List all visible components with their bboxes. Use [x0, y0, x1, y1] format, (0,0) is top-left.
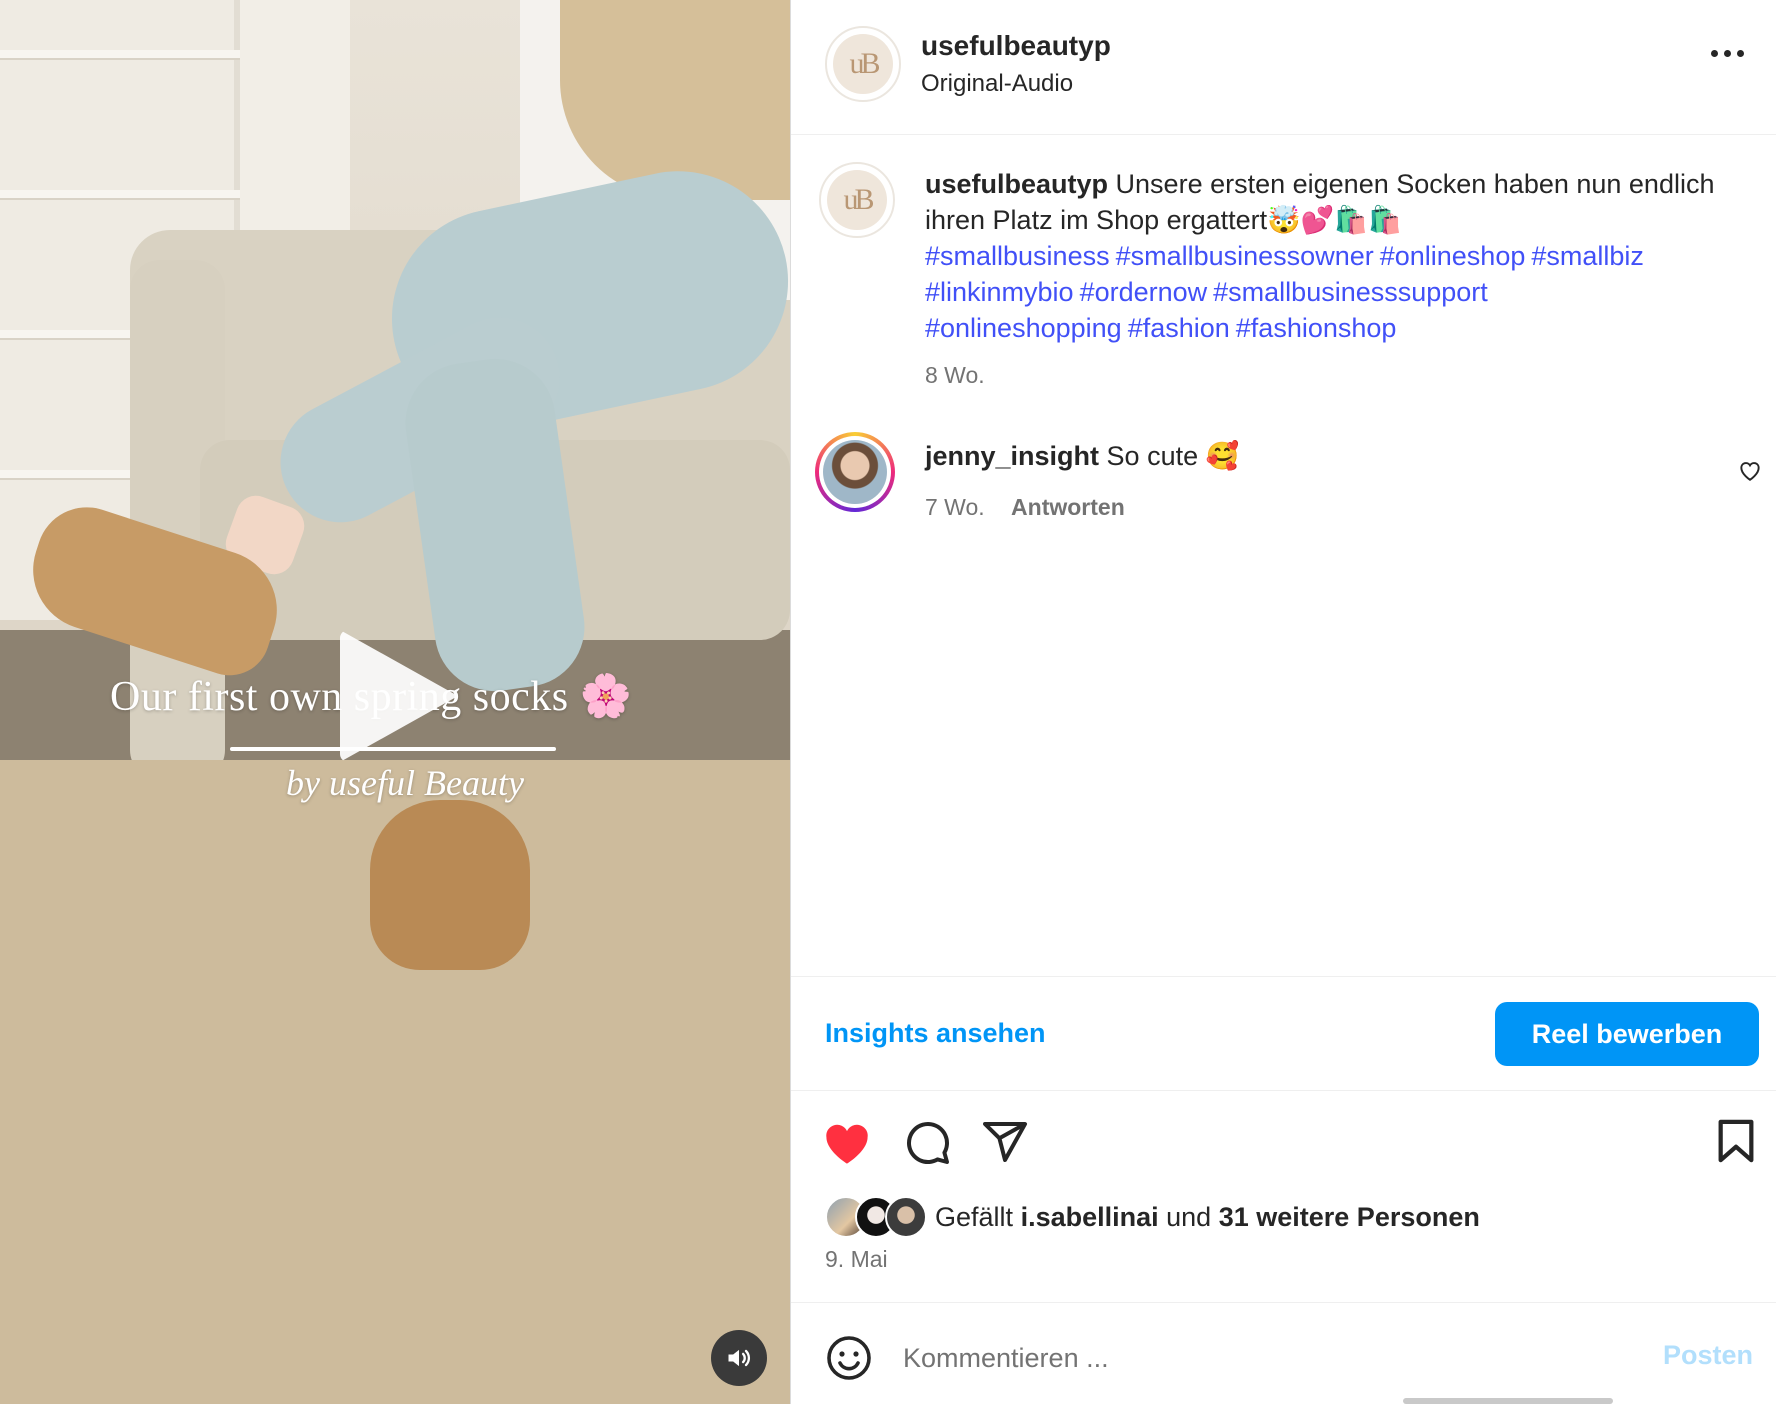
boost-reel-button[interactable]: Reel bewerben [1495, 1002, 1759, 1066]
avatar-photo [823, 440, 887, 504]
liker-username[interactable]: i.sabellinai [1021, 1202, 1159, 1232]
reply-button[interactable]: Antworten [1011, 494, 1125, 520]
hashtag-link[interactable]: #onlineshopping [925, 313, 1122, 343]
comment-input[interactable] [903, 1336, 1523, 1380]
speaker-icon [728, 1349, 751, 1367]
likes-prefix: Gefällt [935, 1201, 1014, 1232]
background-sneaker [370, 800, 530, 970]
hashtag-link[interactable]: #smallbusinessowner [1116, 241, 1374, 271]
comment-timestamp[interactable]: 7 Wo. [925, 494, 985, 520]
caption-timestamp[interactable]: 8 Wo. [925, 362, 985, 389]
post-button[interactable]: Posten [1663, 1340, 1753, 1371]
view-insights-link[interactable]: Insights ansehen [825, 1018, 1046, 1049]
scrollbar[interactable] [1403, 1398, 1613, 1404]
avatar-logo: uB [827, 170, 887, 230]
hashtag-link[interactable]: #smallbiz [1531, 241, 1644, 271]
post-sidebar: uB usefulbeautyp Original-Audio uB usefu… [791, 0, 1776, 1404]
comment-icon[interactable] [903, 1118, 951, 1166]
caption: usefulbeautyp Unsere ersten eigenen Sock… [925, 166, 1745, 238]
play-icon[interactable] [340, 630, 458, 762]
avatar-logo: uB [833, 34, 893, 94]
divider [791, 1302, 1776, 1303]
liker-avatar [885, 1196, 927, 1238]
comment-avatar[interactable] [815, 432, 895, 512]
hashtag-link[interactable]: #smallbusinesssupport [1213, 277, 1488, 307]
post-date[interactable]: 9. Mai [825, 1246, 888, 1273]
hashtag-link[interactable]: #fashion [1128, 313, 1230, 343]
hashtag-link[interactable]: #fashionshop [1236, 313, 1397, 343]
heart-icon[interactable] [821, 1118, 873, 1166]
avatar[interactable]: uB [825, 26, 901, 102]
reel-video[interactable]: Our first own spring socks 🌸 by useful B… [0, 0, 790, 1404]
hashtag-link[interactable]: #ordernow [1080, 277, 1208, 307]
likes-others-link[interactable]: 31 weitere Personen [1219, 1202, 1480, 1232]
hashtag-link[interactable]: #linkinmybio [925, 277, 1074, 307]
likes-text: Gefällt i.sabellinai und 31 weitere Pers… [935, 1202, 1480, 1233]
divider [791, 976, 1776, 977]
comment-username[interactable]: jenny_insight [925, 441, 1099, 471]
comment-like-icon[interactable] [1737, 458, 1763, 482]
comment-text: So cute 🥰 [1106, 441, 1240, 471]
comment-meta: 7 Wo. Antworten [925, 494, 1125, 521]
share-icon[interactable] [981, 1118, 1029, 1166]
audio-label[interactable]: Original-Audio [921, 70, 1073, 98]
sound-toggle-button[interactable] [711, 1330, 767, 1386]
divider [791, 134, 1776, 135]
more-options-icon[interactable] [1711, 50, 1744, 57]
hashtag-link[interactable]: #smallbusiness [925, 241, 1110, 271]
likes-conjunction: und [1166, 1201, 1212, 1232]
caption-username[interactable]: usefulbeautyp [925, 169, 1108, 199]
header-username[interactable]: usefulbeautyp [921, 30, 1111, 62]
likes-summary[interactable]: Gefällt i.sabellinai und 31 weitere Pers… [825, 1196, 1480, 1238]
comment: jenny_insight So cute 🥰 [925, 440, 1239, 472]
caption-avatar[interactable]: uB [819, 162, 895, 238]
divider [791, 1090, 1776, 1091]
hashtag-link[interactable]: #onlineshop [1380, 241, 1526, 271]
hashtag-list: #smallbusiness #smallbusinessowner #online… [925, 238, 1755, 346]
emoji-icon[interactable] [825, 1334, 873, 1382]
save-bookmark-icon[interactable] [1715, 1118, 1757, 1164]
video-overlay-subtitle: by useful Beauty [286, 763, 524, 803]
